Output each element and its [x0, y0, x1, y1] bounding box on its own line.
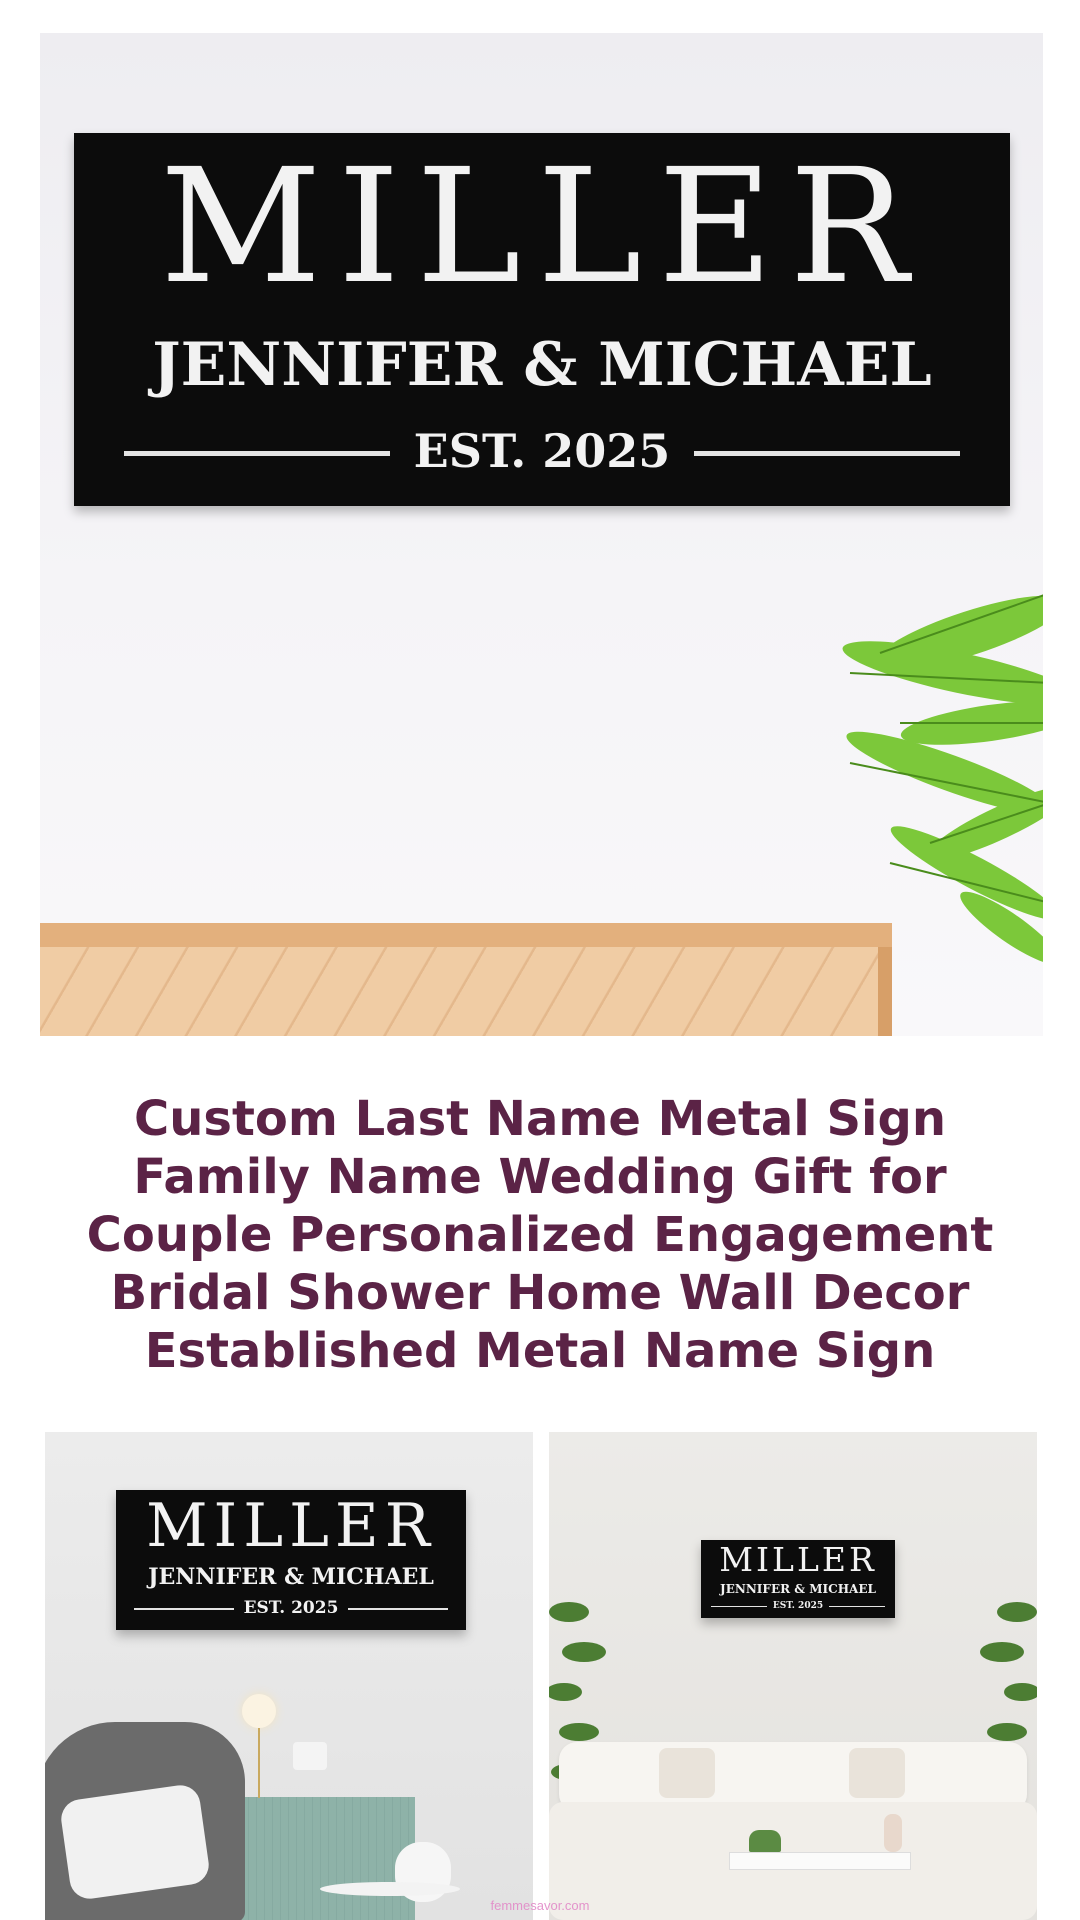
sign-left-rule — [124, 451, 390, 456]
wooden-console-top — [40, 923, 892, 949]
sign-surname: MILLER — [159, 135, 925, 319]
sofa-pillow — [659, 1748, 715, 1798]
wooden-console-front — [40, 947, 878, 1036]
side-table — [320, 1882, 460, 1896]
sign-names: JENNIFER & MICHAEL — [148, 1564, 434, 1590]
product-title: Custom Last Name Metal Sign Family Name … — [86, 1091, 994, 1379]
cushion — [58, 1782, 212, 1902]
sign-left-rule — [711, 1606, 767, 1607]
watermark-text: femmesavor.com — [490, 1898, 590, 1913]
lamp-globe — [242, 1694, 276, 1728]
lamp-stem — [258, 1728, 260, 1798]
sign-surname: MILLER — [719, 1540, 877, 1579]
metal-sign: MILLER JENNIFER & MICHAEL EST. 2025 — [701, 1540, 895, 1618]
table-plant — [749, 1830, 781, 1852]
hero-product-image[interactable]: MILLER JENNIFER & MICHAEL EST. 2025 — [40, 33, 1043, 1036]
sign-right-rule — [694, 451, 960, 456]
potted-plant — [293, 1742, 327, 1770]
sign-established: EST. 2025 — [243, 1598, 339, 1618]
metal-sign: MILLER JENNIFER & MICHAEL EST. 2025 — [116, 1490, 466, 1630]
wooden-console-side — [878, 947, 892, 1036]
thumbnail-living-room-sofa[interactable]: MILLER JENNIFER & MICHAEL EST. 2025 — [549, 1432, 1037, 1920]
thumbnail-living-room-chair[interactable]: MILLER JENNIFER & MICHAEL EST. 2025 — [45, 1432, 533, 1920]
sign-left-rule — [134, 1608, 234, 1610]
sign-established: EST. 2025 — [772, 1601, 824, 1611]
sign-right-rule — [829, 1606, 885, 1607]
sign-names: JENNIFER & MICHAEL — [720, 1582, 876, 1596]
metal-sign: MILLER JENNIFER & MICHAEL EST. 2025 — [74, 133, 1010, 506]
sign-names: JENNIFER & MICHAEL — [152, 330, 932, 400]
glass-vase — [884, 1814, 902, 1852]
sign-right-rule — [348, 1608, 448, 1610]
sign-established: EST. 2025 — [413, 424, 671, 478]
sofa-pillow — [849, 1748, 905, 1798]
coffee-table — [729, 1852, 911, 1870]
sign-surname: MILLER — [146, 1491, 436, 1561]
